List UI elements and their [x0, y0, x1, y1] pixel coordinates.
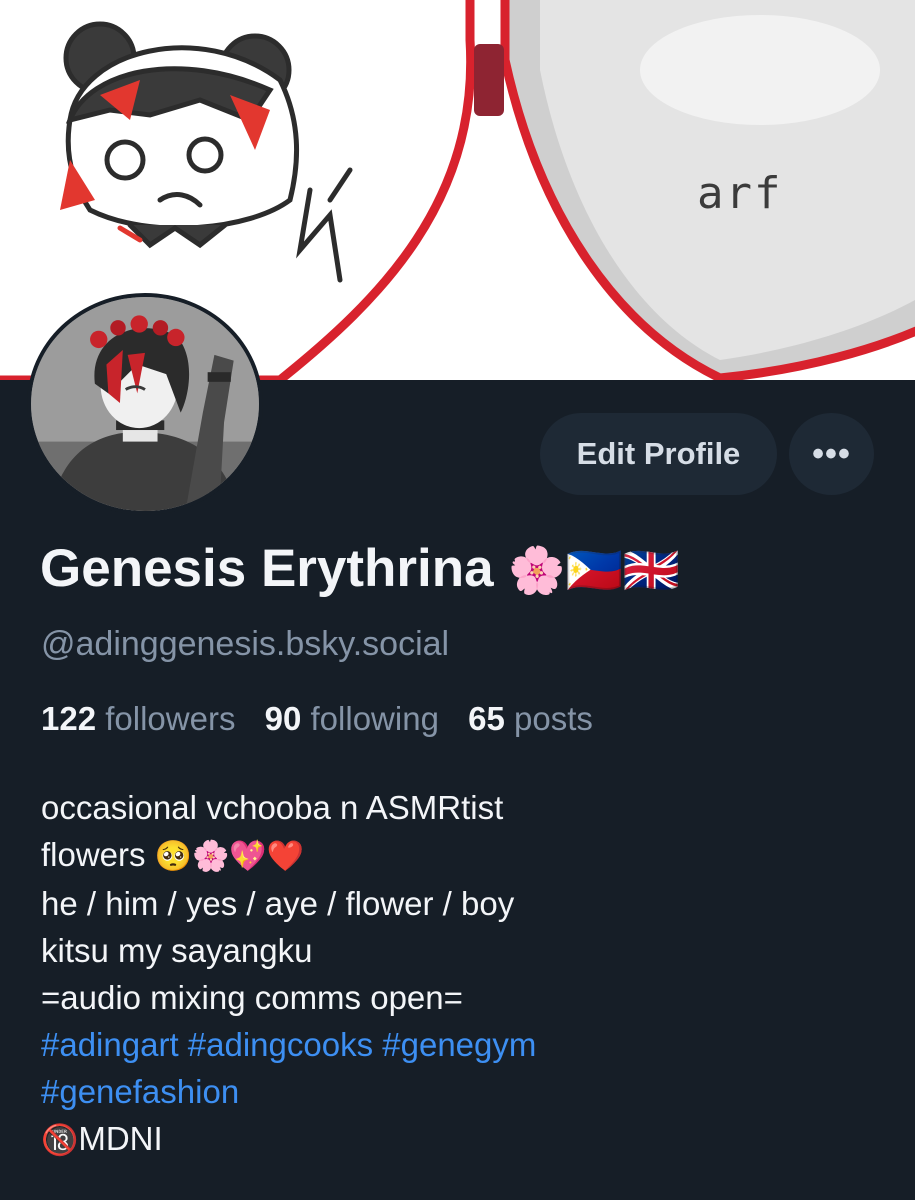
more-options-button[interactable]: ••• [789, 413, 874, 495]
bio-line-3: he / him / yes / aye / flower / boy [41, 885, 515, 922]
profile-page: arf Edit Profile ••• Genesis Erythrina 🌸… [0, 0, 915, 1200]
display-name-text: Genesis Erythrina [40, 539, 494, 598]
edit-profile-button[interactable]: Edit Profile [540, 413, 777, 495]
bio-line-2: flowers 🥺🌸💖❤️ [41, 831, 536, 880]
bio-line-1: occasional vchooba n ASMRtist [41, 789, 504, 826]
bio-last-line: 🔞MDNI [41, 1115, 536, 1164]
profile-stats: 122 followers 90 following 65 posts [41, 700, 613, 738]
avatar[interactable] [27, 293, 263, 515]
bio-hashtags-line-2: #genefashion [41, 1068, 536, 1115]
profile-bio: occasional vchooba n ASMRtist flowers 🥺🌸… [41, 784, 536, 1164]
followers-stat[interactable]: 122 followers [41, 700, 245, 737]
banner-caption: arf [697, 168, 783, 219]
following-stat[interactable]: 90 following [265, 700, 448, 737]
followers-count: 122 [41, 700, 97, 737]
display-name-emojis: 🌸🇵🇭🇬🇧 [508, 544, 681, 596]
hashtag-link[interactable]: #adingart [41, 1026, 179, 1063]
hashtag-link[interactable]: #adingcooks [188, 1026, 373, 1063]
display-name: Genesis Erythrina 🌸🇵🇭🇬🇧 [40, 538, 680, 599]
following-count: 90 [264, 700, 302, 737]
posts-label: posts [514, 700, 593, 737]
posts-count: 65 [468, 700, 505, 737]
hashtag-link[interactable]: #genegym [382, 1026, 536, 1063]
no-under-18-icon: 🔞 [41, 1124, 79, 1157]
bio-line-2-text: flowers [41, 836, 146, 873]
following-label: following [310, 700, 439, 737]
hashtag-link[interactable]: #genefashion [41, 1073, 239, 1110]
bio-line-2-emojis: 🥺🌸💖❤️ [154, 840, 305, 873]
bio-mdni-text: MDNI [78, 1120, 163, 1157]
bio-line-4: kitsu my sayangku [41, 932, 313, 969]
more-options-icon: ••• [812, 434, 851, 473]
avatar-image [31, 297, 259, 511]
profile-handle[interactable]: @adinggenesis.bsky.social [41, 625, 449, 664]
followers-label: followers [105, 700, 236, 737]
posts-stat: 65 posts [468, 700, 593, 737]
bio-line-5: =audio mixing comms open= [41, 979, 463, 1016]
bio-hashtags-line: #adingart #adingcooks #genegym [41, 1021, 536, 1068]
